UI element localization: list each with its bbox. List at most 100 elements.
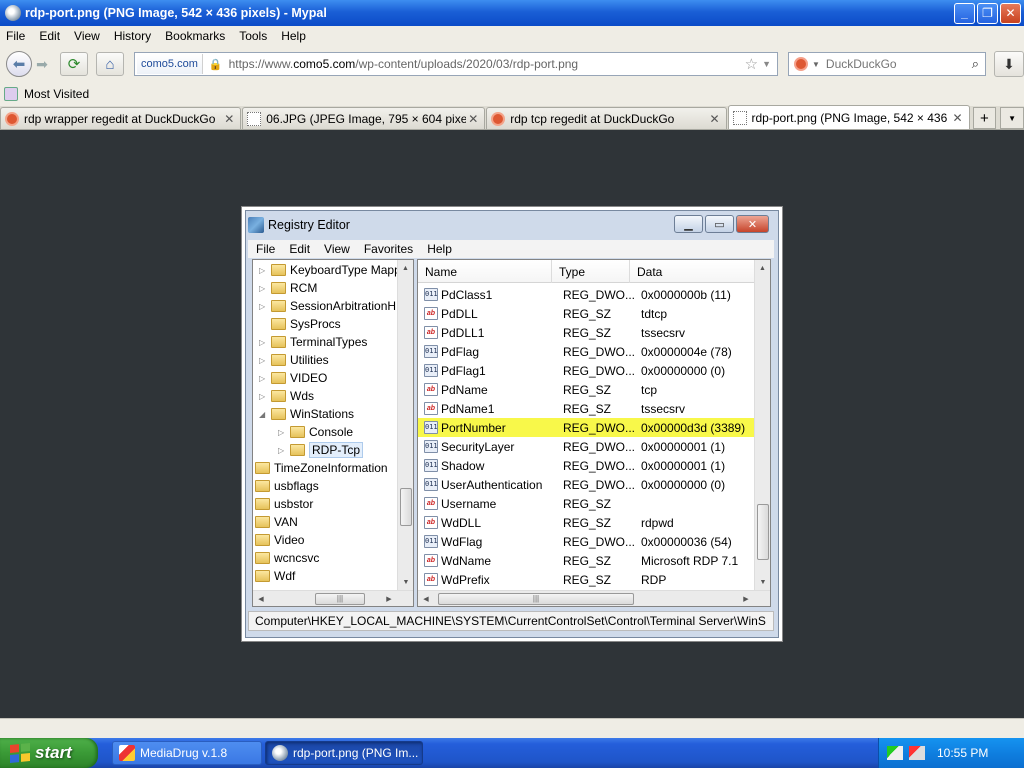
scroll-down-icon: ▼ [759,578,767,586]
start-button[interactable]: start [0,738,98,768]
scroll-thumb: ||| [315,593,365,605]
binary-value-icon: 011 [424,421,438,434]
tab-strip: rdp wrapper regedit at DuckDuckGo ✕ 06.J… [0,105,1024,130]
menu-edit[interactable]: Edit [39,29,60,43]
bookmark-star-icon[interactable]: ☆ [745,55,758,73]
duckduckgo-icon[interactable] [794,57,808,71]
value-name: WdFlag [441,534,483,549]
value-data: Microsoft RDP 7.1 [641,553,739,568]
most-visited-link[interactable]: Most Visited [24,87,89,101]
string-value-icon: ab [424,516,438,529]
duckduckgo-icon [5,111,19,126]
download-icon[interactable]: ⬇ [994,51,1024,77]
url-dropdown-icon[interactable]: ▼ [762,59,771,69]
registry-menu-favorites: Favorites [363,242,414,256]
string-value-icon: ab [424,497,438,510]
binary-value-icon: 011 [424,459,438,472]
value-type: REG_DWO... [563,477,636,492]
registry-title: Registry Editor [268,218,350,232]
value-row: ab PdName REG_SZ tcp [418,380,754,399]
tree-key-label: Wdf [274,569,296,583]
registry-minimize-icon: ▁ [674,215,703,233]
value-type: REG_SZ [563,382,612,397]
value-data: tcp [641,382,658,397]
column-header-data: Data [637,264,663,279]
tab-close-icon[interactable]: ✕ [466,112,480,126]
folder-icon [271,408,286,420]
system-tray: 10:55 PM [878,738,1024,768]
value-type: REG_SZ [563,325,612,340]
registry-title-bar: Registry Editor [248,215,350,235]
menu-help[interactable]: Help [281,29,306,43]
value-list-header: Name Type Data [418,260,754,283]
network-icon[interactable] [887,746,903,760]
menu-file[interactable]: File [6,29,25,43]
value-name: PdName [441,382,488,397]
value-type: REG_DWO... [563,420,636,435]
string-value-icon: ab [424,307,438,320]
menu-view[interactable]: View [74,29,100,43]
tab-06-jpg[interactable]: 06.JPG (JPEG Image, 795 × 604 pixels) -.… [242,107,486,129]
value-row: 011 PdFlag REG_DWO... 0x0000004e (78) [418,342,754,361]
new-tab-button[interactable]: + [972,107,997,129]
safely-remove-icon[interactable] [909,746,925,760]
folder-icon [271,264,286,276]
taskbar-item-mypal[interactable]: rdp-port.png (PNG Im... [265,741,423,765]
tree-key: usbflags [255,477,319,495]
value-data: 0x00000d3d (3389) [641,420,746,435]
tab-close-icon[interactable]: ✕ [951,111,965,125]
reload-icon[interactable]: ⟳ [60,52,88,76]
taskbar: start MediaDrug v.1.8 rdp-port.png (PNG … [0,738,1024,768]
clock[interactable]: 10:55 PM [937,746,988,760]
windows-flag-icon [10,742,30,764]
search-engine-dropdown-icon[interactable]: ▼ [812,60,820,69]
site-identity-button[interactable]: como5.com [137,54,203,74]
forward-arrow-icon[interactable]: ➡ [32,52,52,76]
tab-rdp-wrapper-regedit[interactable]: rdp wrapper regedit at DuckDuckGo ✕ [0,107,242,129]
value-type: REG_DWO... [563,439,636,454]
registry-menu-edit: Edit [289,242,311,256]
menu-bookmarks[interactable]: Bookmarks [165,29,225,43]
binary-value-icon: 011 [424,288,438,301]
home-icon[interactable]: ⌂ [96,52,124,76]
most-visited-icon[interactable] [4,87,18,101]
search-icon[interactable]: ⌕ [972,56,979,72]
restore-button[interactable]: ❐ [977,2,998,24]
registry-key-tree: ▷ KeyboardType Mapp ▷ RCM ▷ SessionArbitratio… [252,259,414,607]
search-input[interactable] [825,57,972,71]
folder-icon [290,426,305,438]
value-type: REG_DWO... [563,458,636,473]
folder-icon [271,372,286,384]
window-title-bar[interactable]: rdp-port.png (PNG Image, 542 × 436 pixel… [0,0,1024,26]
scroll-left-icon: ◀ [258,595,264,603]
minimize-button[interactable]: _ [954,2,975,24]
tab-close-icon[interactable]: ✕ [708,112,722,126]
tab-close-icon[interactable]: ✕ [222,112,236,126]
taskbar-item-mediadrug[interactable]: MediaDrug v.1.8 [112,741,262,765]
tree-key-label: usbflags [274,479,319,493]
value-row: 011 PortNumber REG_DWO... 0x00000d3d (3389) [418,418,754,437]
search-bar[interactable]: ▼ ⌕ [788,52,986,76]
value-data: 0x00000000 (0) [641,477,726,492]
address-bar[interactable]: como5.com 🔒 https://www.como5.com/wp-con… [134,52,778,76]
value-row: ab WdName REG_SZ Microsoft RDP 7.1 [418,551,754,570]
menu-history[interactable]: History [114,29,151,43]
tree-key: ▷ KeyboardType Mapp [259,261,401,279]
folder-icon [255,480,270,492]
scroll-up-icon: ▲ [402,264,409,272]
close-button[interactable]: ✕ [1000,2,1021,24]
folder-icon [255,570,270,582]
scroll-right-icon: ▶ [743,595,749,603]
expander-icon: ▷ [259,301,266,311]
value-row: ab WdDLL REG_SZ rdpwd [418,513,754,532]
tree-key: ▷ SessionArbitrationH [259,297,396,315]
image-icon [247,111,262,126]
value-type: REG_SZ [563,572,612,587]
tab-list-dropdown-icon[interactable]: ▼ [1000,107,1024,129]
folder-icon [271,336,286,348]
menu-tools[interactable]: Tools [239,29,267,43]
back-arrow-icon[interactable]: ⬅ [6,51,32,77]
url-text: https://www.como5.com/wp-content/uploads… [229,57,745,71]
tab-rdp-tcp-regedit[interactable]: rdp tcp regedit at DuckDuckGo ✕ [486,107,727,129]
tab-rdp-port-png[interactable]: rdp-port.png (PNG Image, 542 × 436 pix..… [727,105,970,129]
